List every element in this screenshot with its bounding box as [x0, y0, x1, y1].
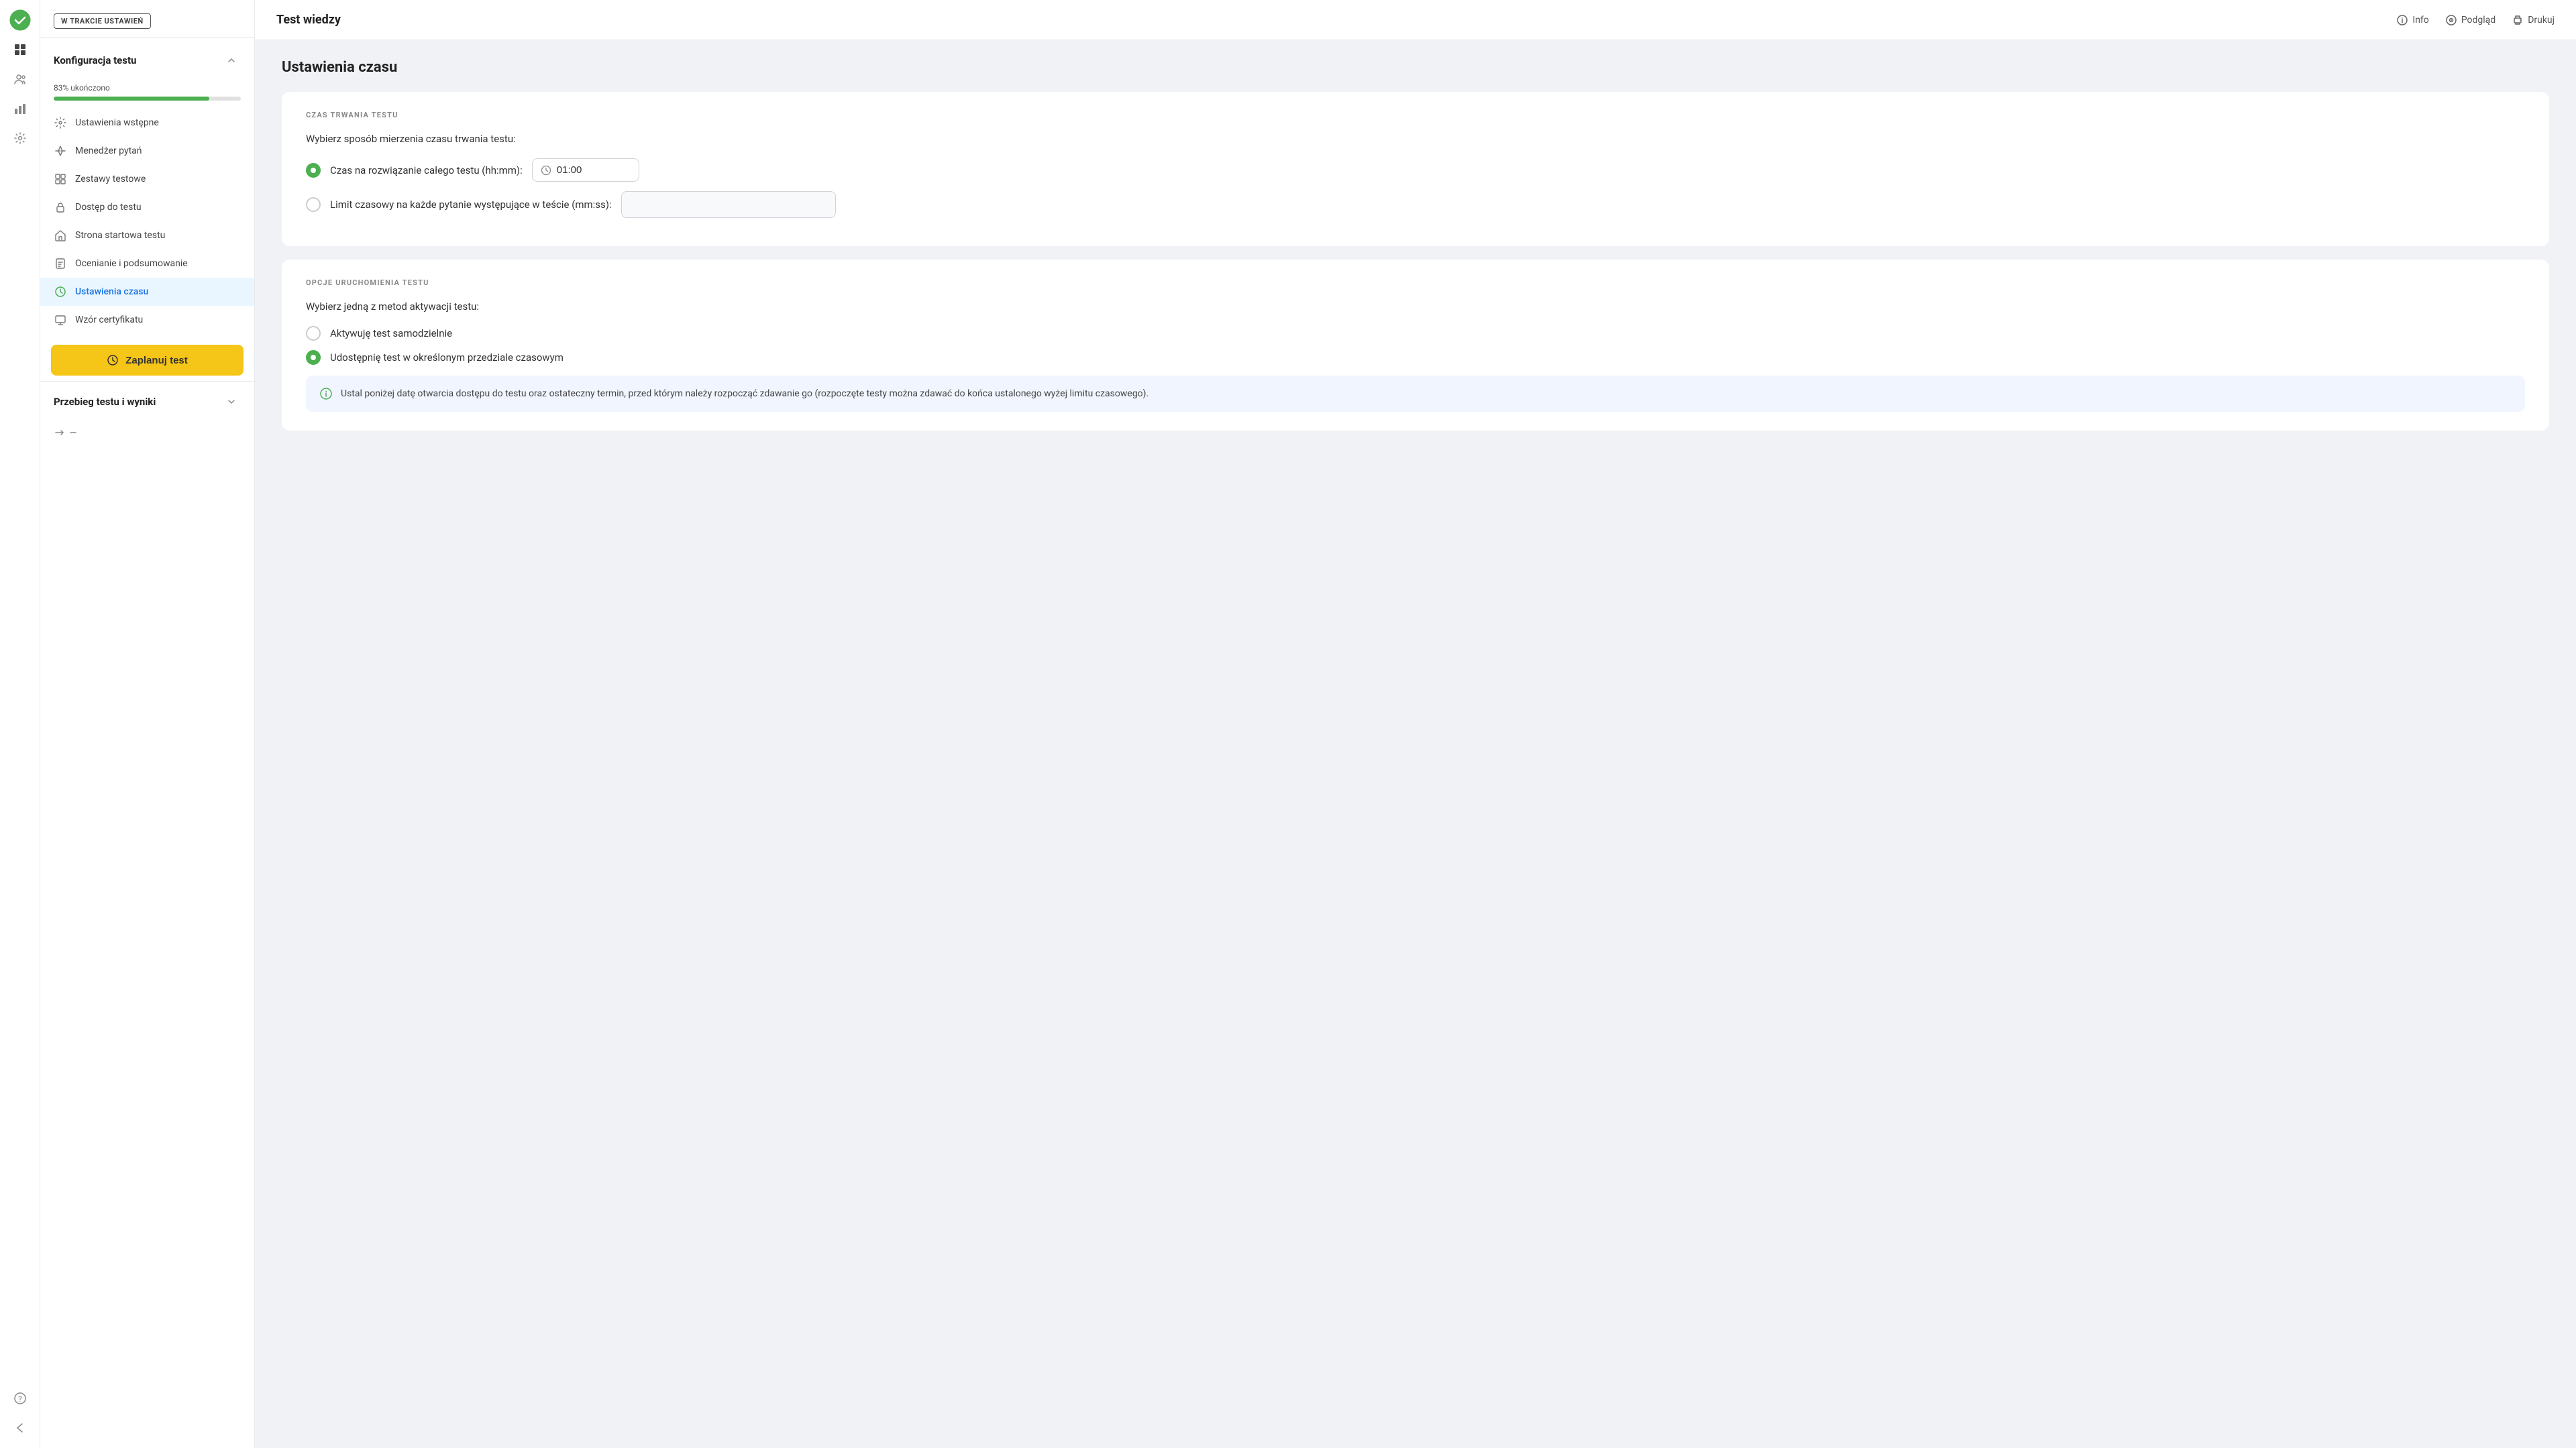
- home-icon: [54, 229, 67, 242]
- menedzer-icon: [54, 144, 67, 158]
- czas-trwania-intro: Wybierz sposób mierzenia czasu trwania t…: [306, 133, 2525, 145]
- time-option2-label: Limit czasowy na każde pytanie występują…: [330, 199, 612, 211]
- sidebar-item-ustawienia-wstepne[interactable]: Ustawienia wstępne: [40, 109, 254, 137]
- sidebar-item-label-ustawienia-wstepne: Ustawienia wstępne: [75, 117, 159, 128]
- time-option1-label: Czas na rozwiązanie całego testu (hh:mm)…: [330, 164, 523, 176]
- time-option2-input[interactable]: [621, 191, 836, 218]
- sidebar-item-label-dostep: Dostęp do testu: [75, 202, 142, 213]
- certificate-icon: [54, 313, 67, 327]
- progress-area: 83% ukończono: [40, 78, 254, 103]
- sidebar-item-ocenianie[interactable]: Ocenianie i podsumowanie: [40, 249, 254, 278]
- config-section: Konfiguracja testu: [40, 38, 254, 78]
- info-label: Info: [2412, 15, 2428, 25]
- opcje-option1-radio[interactable]: [306, 326, 321, 341]
- clock-active-icon: [54, 285, 67, 298]
- content-area: Ustawienia czasu CZAS TRWANIA TESTU Wybi…: [255, 40, 2576, 1448]
- opcje-option2-label: Udostępnię test w określonym przedziale …: [330, 351, 564, 364]
- time-clock-icon: [541, 165, 551, 176]
- sidebar-item-label-strona: Strona startowa testu: [75, 230, 165, 241]
- config-section-title: Konfiguracja testu: [54, 54, 136, 66]
- sidebar-item-ustawienia-czasu[interactable]: Ustawienia czasu: [40, 278, 254, 306]
- sidebar-item-label-zestawy: Zestawy testowe: [75, 174, 146, 184]
- sidebar-item-zestawy-testowe[interactable]: Zestawy testowe: [40, 165, 254, 193]
- sidebar-item-wzor-certyfikatu[interactable]: Wzór certyfikatu: [40, 306, 254, 334]
- rail-help-icon[interactable]: ?: [8, 1386, 32, 1410]
- schedule-button-label: Zaplanuj test: [125, 355, 188, 366]
- time-option1-row: Czas na rozwiązanie całego testu (hh:mm)…: [306, 158, 2525, 182]
- sidebar-header: W TRAKCIE USTAWIEŃ: [40, 0, 254, 38]
- section-opcje: OPCJE URUCHOMIENIA TESTU Wybierz jedną z…: [282, 260, 2549, 431]
- time-input-wrapper: 01:00: [532, 158, 639, 182]
- opcje-intro: Wybierz jedną z metod aktywacji testu:: [306, 300, 2525, 313]
- sidebar-expand-bottom[interactable]: [40, 422, 254, 443]
- main-area: Test wiedzy Info Podgląd: [255, 0, 2576, 1448]
- time-input[interactable]: 01:00: [557, 164, 610, 176]
- print-button[interactable]: Drukuj: [2512, 14, 2555, 26]
- page-title: Ustawienia czasu: [282, 59, 2549, 76]
- sidebar-item-menedzer-pytan[interactable]: Menedżer pytań: [40, 137, 254, 165]
- czas-trwania-label: CZAS TRWANIA TESTU: [306, 111, 2525, 119]
- progress-bar-fill: [54, 97, 209, 101]
- results-section-title: Przebieg testu i wyniki: [54, 396, 156, 408]
- logo-icon[interactable]: [8, 8, 32, 32]
- opcje-option1-label: Aktywuję test samodzielnie: [330, 327, 452, 339]
- icon-rail: ?: [0, 0, 40, 1448]
- section-czas-trwania: CZAS TRWANIA TESTU Wybierz sposób mierze…: [282, 92, 2549, 246]
- info-box: Ustal poniżej datę otwarcia dostępu do t…: [306, 376, 2525, 412]
- settings-icon: [54, 116, 67, 129]
- rail-users-icon[interactable]: [8, 67, 32, 91]
- progress-bar-bg: [54, 97, 241, 101]
- info-box-text: Ustal poniżej datę otwarcia dostępu do t…: [341, 386, 1148, 401]
- results-section-header[interactable]: Przebieg testu i wyniki: [54, 392, 241, 411]
- opcje-label: OPCJE URUCHOMIENIA TESTU: [306, 278, 2525, 287]
- results-collapse-icon[interactable]: [222, 392, 241, 411]
- preview-button[interactable]: Podgląd: [2445, 14, 2496, 26]
- time-option1-radio[interactable]: [306, 163, 321, 178]
- sidebar-item-strona-startowa[interactable]: Strona startowa testu: [40, 221, 254, 249]
- results-section: Przebieg testu i wyniki: [40, 381, 254, 422]
- opcje-option2-row: Udostępnię test w określonym przedziale …: [306, 350, 2525, 365]
- time-option2-row: Limit czasowy na każde pytanie występują…: [306, 191, 2525, 218]
- config-section-header[interactable]: Konfiguracja testu: [54, 48, 241, 72]
- sidebar-item-label-certyfikat: Wzór certyfikatu: [75, 315, 143, 325]
- schedule-button[interactable]: Zaplanuj test: [51, 345, 244, 376]
- sidebar-item-dostep-do-testu[interactable]: Dostęp do testu: [40, 193, 254, 221]
- lock-icon: [54, 201, 67, 214]
- opcje-option2-radio[interactable]: [306, 350, 321, 365]
- sidebar-item-label-czas: Ustawienia czasu: [75, 286, 148, 297]
- topbar: Test wiedzy Info Podgląd: [255, 0, 2576, 40]
- sidebar: W TRAKCIE USTAWIEŃ Konfiguracja testu 83…: [40, 0, 255, 1448]
- rail-back-icon[interactable]: [8, 1416, 32, 1440]
- topbar-title: Test wiedzy: [276, 13, 341, 27]
- sidebar-nav: Ustawienia wstępne Menedżer pytań Zestaw…: [40, 103, 254, 339]
- config-collapse-icon[interactable]: [222, 51, 241, 70]
- preview-label: Podgląd: [2461, 15, 2496, 25]
- print-label: Drukuj: [2528, 15, 2555, 25]
- rail-grid-icon[interactable]: [8, 38, 32, 62]
- sidebar-item-label-ocenianie: Ocenianie i podsumowanie: [75, 258, 188, 269]
- rail-chart-icon[interactable]: [8, 97, 32, 121]
- svg-text:?: ?: [18, 1394, 22, 1404]
- info-button[interactable]: Info: [2396, 14, 2428, 26]
- ocenianie-icon: [54, 257, 67, 270]
- rail-settings-icon[interactable]: [8, 126, 32, 150]
- status-badge: W TRAKCIE USTAWIEŃ: [54, 13, 151, 29]
- time-option2-radio[interactable]: [306, 197, 321, 212]
- zestawy-icon: [54, 172, 67, 186]
- info-box-icon: [319, 387, 333, 400]
- opcje-option1-row: Aktywuję test samodzielnie: [306, 326, 2525, 341]
- sidebar-item-label-menedzer: Menedżer pytań: [75, 146, 142, 156]
- topbar-actions: Info Podgląd Drukuj: [2396, 14, 2555, 26]
- progress-label: 83% ukończono: [54, 83, 241, 93]
